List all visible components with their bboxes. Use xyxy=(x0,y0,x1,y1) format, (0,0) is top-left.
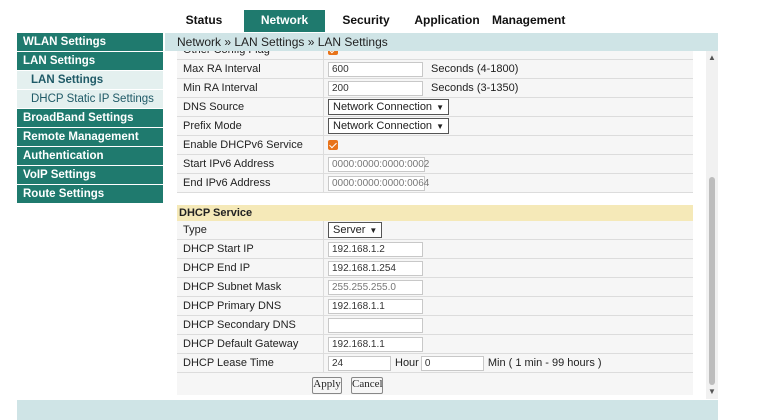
dns-source-select[interactable]: Network Connection ▼ xyxy=(328,99,449,115)
tab-security[interactable]: Security xyxy=(338,10,394,32)
other-config-flag-label: Other Config Flag xyxy=(177,51,324,60)
table-row: Prefix Mode Network Connection ▼ xyxy=(177,116,693,136)
table-row: DHCP Subnet Mask 255.255.255.0 xyxy=(177,277,693,297)
sidebar-item-wlan-settings[interactable]: WLAN Settings xyxy=(17,33,163,51)
tab-management[interactable]: Management xyxy=(492,10,565,32)
min-ra-note: Seconds (3-1350) xyxy=(431,81,519,94)
dhcp-section-title: DHCP Service xyxy=(177,205,693,221)
dhcp-end-ip-label: DHCP End IP xyxy=(177,258,324,278)
sidebar-subitem-dhcp-static-ip[interactable]: DHCP Static IP Settings xyxy=(17,90,163,108)
lease-min-input[interactable]: 0 xyxy=(420,355,484,371)
start-ipv6-label: Start IPv6 Address xyxy=(177,154,324,174)
table-row: End IPv6 Address 0000:0000:0000:0064 xyxy=(177,173,693,193)
dhcp-start-ip-input[interactable]: 192.168.1.2 xyxy=(328,241,423,257)
dhcp-gateway-input[interactable]: 192.168.1.1 xyxy=(328,336,423,352)
sidebar-item-voip-settings[interactable]: VoIP Settings xyxy=(17,166,163,184)
table-row: DNS Source Network Connection ▼ xyxy=(177,97,693,117)
sidebar-subitem-lan-settings[interactable]: LAN Settings xyxy=(17,71,163,89)
table-row: DHCP End IP 192.168.1.254 xyxy=(177,258,693,278)
chevron-down-icon: ▼ xyxy=(436,103,444,112)
dhcp-start-ip-label: DHCP Start IP xyxy=(177,239,324,259)
dhcp-secondary-dns-input[interactable] xyxy=(328,317,423,333)
hour-label: Hour xyxy=(395,356,419,369)
ipv6-settings-table: Other Config Flag Max RA Interval 600 Sec… xyxy=(177,51,693,193)
apply-button[interactable]: Apply xyxy=(312,377,342,394)
dhcp-primary-dns-input[interactable]: 192.168.1.1 xyxy=(328,298,423,314)
table-row: DHCP Secondary DNS xyxy=(177,315,693,335)
tab-application[interactable]: Application xyxy=(412,10,482,32)
min-ra-input[interactable]: 200 xyxy=(328,80,423,96)
top-nav: Status Network Security Application Mana… xyxy=(0,0,769,32)
dhcp-type-label: Type xyxy=(177,221,324,240)
main-content: Other Config Flag Max RA Interval 600 Sec… xyxy=(165,51,705,399)
prefix-mode-label: Prefix Mode xyxy=(177,116,324,136)
enable-dhcpv6-checkbox[interactable] xyxy=(328,140,338,151)
table-row: DHCP Default Gateway 192.168.1.1 xyxy=(177,334,693,354)
chevron-down-icon: ▼ xyxy=(436,122,444,131)
scroll-up-arrow-icon[interactable]: ▲ xyxy=(708,53,716,62)
footer-bar xyxy=(17,400,718,420)
dhcp-subnet-input[interactable]: 255.255.255.0 xyxy=(328,279,423,295)
chevron-down-icon: ▼ xyxy=(369,226,378,235)
dhcp-subnet-label: DHCP Subnet Mask xyxy=(177,277,324,297)
table-row: DHCP Primary DNS 192.168.1.1 xyxy=(177,296,693,316)
dhcp-secondary-dns-label: DHCP Secondary DNS xyxy=(177,315,324,335)
dhcp-lease-label: DHCP Lease Time xyxy=(177,353,324,373)
dns-source-value: Network Connection xyxy=(333,101,433,113)
table-row: Enable DHCPv6 Service xyxy=(177,135,693,155)
end-ipv6-label: End IPv6 Address xyxy=(177,173,324,193)
max-ra-input[interactable]: 600 xyxy=(328,61,423,77)
sidebar-item-route-settings[interactable]: Route Settings xyxy=(17,185,163,203)
content-scrollbar[interactable]: ▲ ▼ xyxy=(706,51,718,399)
start-ipv6-input[interactable]: 0000:0000:0000:0002 xyxy=(328,156,429,172)
dhcp-type-value: Server xyxy=(333,224,366,236)
tab-network[interactable]: Network xyxy=(244,10,325,32)
min-range-label: Min ( 1 min - 99 hours ) xyxy=(487,356,602,369)
other-config-flag-checkbox[interactable] xyxy=(328,51,338,56)
buttons-row: Apply Cancel xyxy=(177,373,693,396)
dns-source-label: DNS Source xyxy=(177,97,324,117)
dhcp-type-select[interactable]: Server ▼ xyxy=(328,222,383,238)
sidebar-item-remote-management[interactable]: Remote Management xyxy=(17,128,163,146)
table-row: DHCP Lease Time 24 Hour 0 Min ( 1 min - 99 … xyxy=(177,353,693,373)
enable-dhcpv6-label: Enable DHCPv6 Service xyxy=(177,135,324,155)
prefix-mode-value: Network Connection xyxy=(333,120,433,132)
table-row: DHCP Start IP 192.168.1.2 xyxy=(177,239,693,259)
dhcp-settings-table: Type Server ▼ DHCP Start IP 192.168.1.2 D… xyxy=(177,221,693,395)
cancel-button[interactable]: Cancel xyxy=(351,377,383,394)
breadcrumb: Network » LAN Settings » LAN Settings xyxy=(165,33,718,51)
scrollbar-thumb[interactable] xyxy=(709,177,715,385)
sidebar-item-broadband-settings[interactable]: BroadBand Settings xyxy=(17,109,163,127)
sidebar-item-authentication[interactable]: Authentication xyxy=(17,147,163,165)
max-ra-note: Seconds (4-1800) xyxy=(431,62,519,75)
dhcp-gateway-label: DHCP Default Gateway xyxy=(177,334,324,354)
table-row: Start IPv6 Address 0000:0000:0000:0002 xyxy=(177,154,693,174)
tab-status[interactable]: Status xyxy=(179,10,229,32)
table-row: Max RA Interval 600 Seconds (4-1800) xyxy=(177,59,693,79)
dhcp-primary-dns-label: DHCP Primary DNS xyxy=(177,296,324,316)
sidebar-item-lan-settings[interactable]: LAN Settings xyxy=(17,52,163,70)
table-row: Min RA Interval 200 Seconds (3-1350) xyxy=(177,78,693,98)
table-row: Type Server ▼ xyxy=(177,221,693,240)
scroll-down-arrow-icon[interactable]: ▼ xyxy=(708,387,716,396)
end-ipv6-input[interactable]: 0000:0000:0000:0064 xyxy=(328,175,429,191)
table-row: Other Config Flag xyxy=(177,51,693,60)
sidebar: WLAN Settings LAN Settings LAN Settings … xyxy=(17,33,163,204)
max-ra-label: Max RA Interval xyxy=(177,59,324,79)
prefix-mode-select[interactable]: Network Connection ▼ xyxy=(328,118,449,134)
lease-hours-input[interactable]: 24 xyxy=(328,355,391,371)
dhcp-end-ip-input[interactable]: 192.168.1.254 xyxy=(328,260,423,276)
min-ra-label: Min RA Interval xyxy=(177,78,324,98)
